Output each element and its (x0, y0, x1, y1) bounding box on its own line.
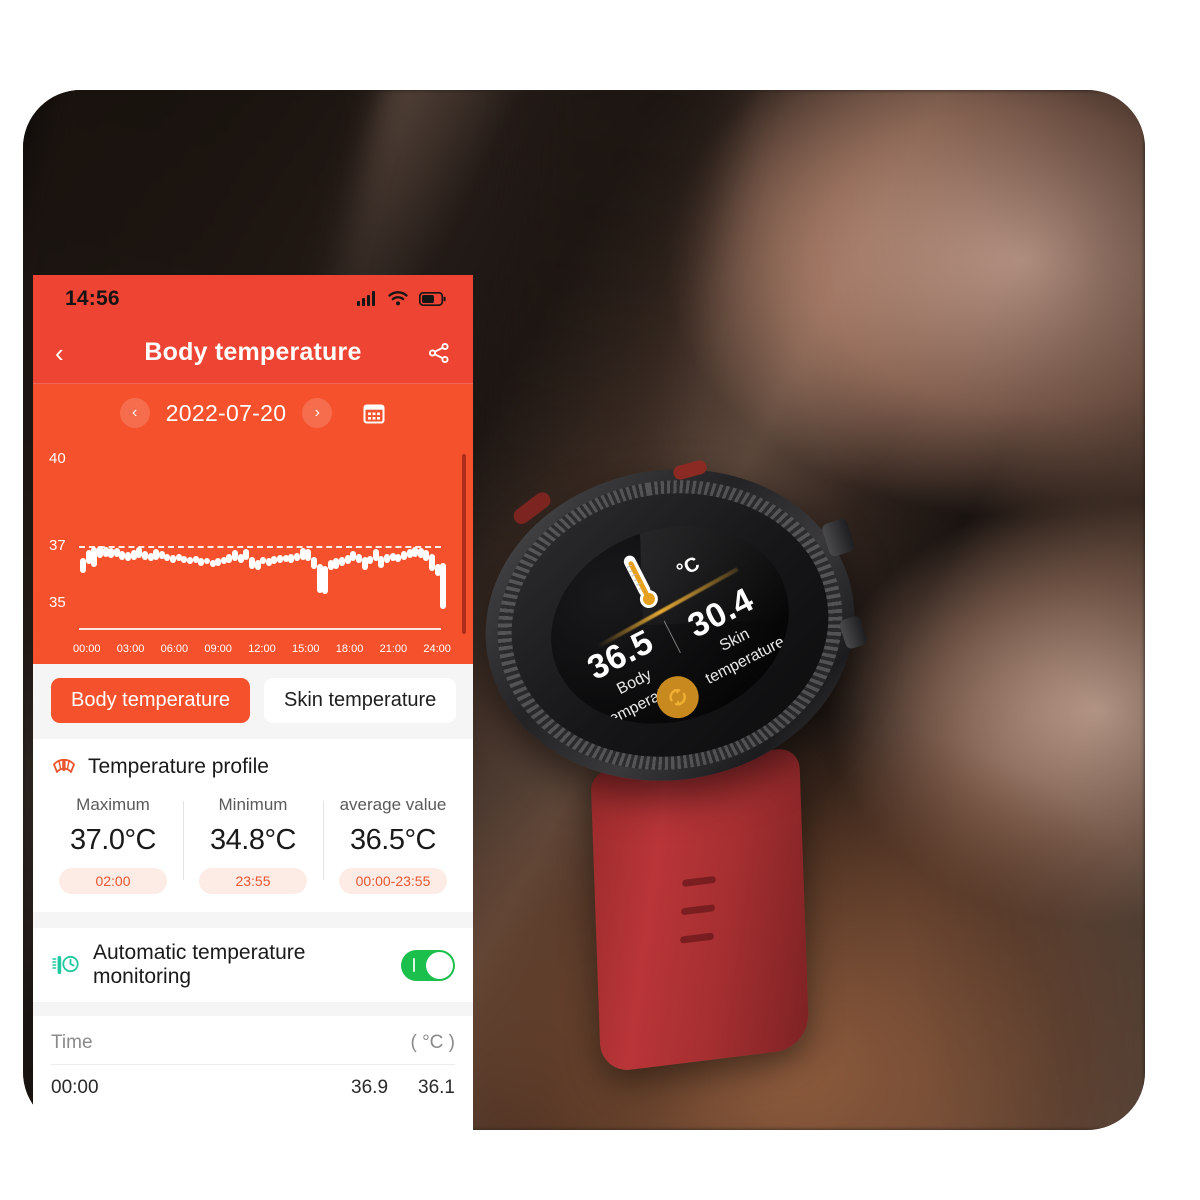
temperature-chart: 40 37 35 00:00 03:00 06:00 09:00 12:00 15:00 1… (33, 442, 469, 660)
stat-time-chip: 02:00 (58, 868, 168, 894)
stat-average: average value 36.5°C 00:00-23:55 (323, 795, 463, 894)
x-axis-tick: 21:00 (379, 643, 408, 655)
chart-bar (96, 545, 103, 559)
stat-value: 34.8°C (210, 824, 296, 856)
toggle-knob (426, 951, 453, 979)
status-bar-icons (357, 291, 446, 306)
table-cell-value-2: 36.1 (418, 1077, 455, 1098)
table-header: Time ( °C ) (33, 1016, 473, 1064)
auto-monitoring-toggle[interactable] (401, 949, 455, 981)
y-axis-tick: 35 (49, 594, 66, 611)
strap-slot (679, 932, 714, 944)
temperature-stats: Maximum 37.0°C 02:00 Minimum 34.8°C 23:5… (33, 787, 473, 894)
stat-value: 37.0°C (70, 824, 156, 856)
y-axis-tick: 40 (49, 450, 66, 468)
watch-crown-button[interactable] (820, 517, 857, 558)
table-col-unit: ( °C ) (410, 1032, 455, 1053)
calendar-icon[interactable] (362, 401, 386, 425)
strap-slot (682, 875, 716, 887)
watch-side-button[interactable] (838, 614, 869, 651)
date-next-button[interactable]: › (302, 398, 333, 428)
toggle-on-mark (413, 957, 415, 972)
table-cell-time: 00:00 (51, 1077, 99, 1098)
watch-strap (590, 746, 810, 1074)
x-axis-line (79, 628, 441, 630)
table-col-time: Time (51, 1032, 93, 1053)
table-row[interactable]: 00:00 36.9 36.1 (33, 1065, 473, 1099)
x-axis-tick: 03:00 (116, 643, 145, 655)
status-bar: 14:56 (33, 275, 473, 322)
tab-body-temperature[interactable]: Body temperature (51, 678, 250, 723)
chart-plot-area (79, 442, 447, 626)
date-selector: ‹ 2022-07-20 › (33, 384, 473, 442)
stat-time-chip: 23:55 (198, 868, 308, 894)
back-button[interactable]: ‹ (55, 340, 64, 366)
smartwatch: °C 36.5 Body temperature 30.4 Skin tempe… (463, 442, 885, 1074)
date-prev-button[interactable]: ‹ (119, 398, 150, 428)
watch-case: °C 36.5 Body temperature 30.4 Skin tempe… (463, 442, 877, 808)
chart-section: ‹ 2022-07-20 › 40 37 35 00:00 03:00 06:0… (33, 384, 473, 664)
signal-icon (357, 291, 377, 306)
stat-label: average value (339, 795, 447, 814)
section-divider (33, 912, 473, 928)
chart-bars (79, 442, 447, 626)
x-axis-tick: 15:00 (291, 643, 320, 655)
date-label: 2022-07-20 (165, 399, 287, 426)
x-axis-tick: 12:00 (248, 643, 276, 655)
stat-value: 36.5°C (350, 824, 436, 856)
stat-time-chip: 00:00-23:55 (338, 868, 448, 894)
x-axis-tick: 06:00 (160, 643, 189, 655)
watch-screen: °C 36.5 Body temperature 30.4 Skin tempe… (525, 496, 815, 754)
temperature-profile-card: Temperature profile Maximum 37.0°C 02:00… (33, 739, 473, 912)
table-cell-values: 36.9 36.1 (351, 1077, 455, 1099)
table-cell-value-1: 36.9 (351, 1077, 389, 1098)
phone-app-screenshot: 14:56 ‹ Body temperature ‹ 2022-07-20 › … (33, 275, 473, 1147)
x-axis-tick: 18:00 (335, 643, 364, 655)
stat-label: Maximum (76, 795, 150, 814)
temperature-profile-header: Temperature profile (33, 755, 473, 787)
strap-slot (681, 904, 715, 916)
chart-bar (310, 557, 317, 569)
nav-bar: ‹ Body temperature (33, 322, 473, 384)
watch-inner-ring: °C 36.5 Body temperature 30.4 Skin tempe… (492, 470, 848, 780)
temperature-profile-title: Temperature profile (88, 755, 269, 778)
chart-scrollbar[interactable] (462, 454, 466, 634)
temperature-tabs: Body temperature Skin temperature (33, 664, 473, 739)
stat-minimum: Minimum 34.8°C 23:55 (183, 795, 323, 894)
x-axis-tick: 09:00 (204, 643, 232, 655)
status-bar-clock: 14:56 (65, 286, 120, 310)
thermometer-rays-icon (51, 755, 77, 779)
battery-icon (419, 291, 446, 306)
chart-bar (440, 562, 447, 609)
x-axis-tick: 00:00 (73, 643, 101, 655)
auto-monitoring-row[interactable]: Automatic temperature monitoring (33, 928, 473, 1002)
x-axis-tick: 24:00 (423, 643, 451, 655)
share-icon[interactable] (427, 341, 451, 365)
stat-maximum: Maximum 37.0°C 02:00 (43, 795, 183, 894)
chart-bar (203, 557, 210, 565)
watch-accent (510, 489, 554, 528)
auto-monitoring-label: Automatic temperature monitoring (93, 941, 306, 988)
wifi-icon (388, 291, 408, 306)
chart-bar (322, 565, 329, 595)
page-title: Body temperature (144, 338, 362, 366)
tab-skin-temperature[interactable]: Skin temperature (263, 678, 457, 723)
x-axis-labels: 00:00 03:00 06:00 09:00 12:00 15:00 18:00 21:00… (73, 643, 451, 655)
section-divider (33, 1002, 473, 1016)
stat-label: Minimum (218, 795, 288, 814)
y-axis-tick: 37 (49, 536, 66, 554)
thermometer-clock-icon (51, 953, 81, 977)
